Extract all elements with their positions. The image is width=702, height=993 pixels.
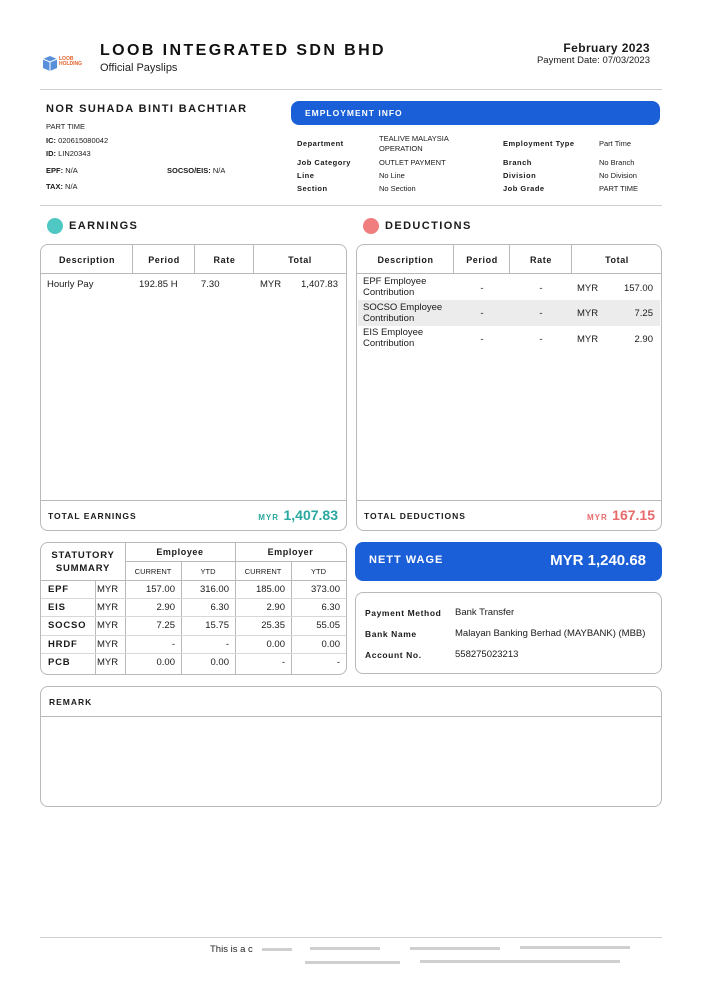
pay-month: February 2023 xyxy=(563,41,650,55)
header-divider xyxy=(40,89,662,90)
bank-name-value: Malayan Banking Berhad (MAYBANK) (MBB) xyxy=(455,628,646,639)
info-value-department: TEALIVE MALAYSIA OPERATION xyxy=(379,134,449,153)
account-number-value: 558275023213 xyxy=(455,649,519,660)
deductions-col-description: Description xyxy=(377,255,434,265)
footer-note: This is a c xyxy=(210,944,253,955)
document-subtitle: Official Payslips xyxy=(100,62,178,74)
statutory-employer-header: Employer xyxy=(267,547,314,557)
statutory-title: STATUTORY xyxy=(51,550,115,561)
statutory-summary-table: STATUTORY SUMMARY Employee Employer CURR… xyxy=(40,542,347,675)
employee-socso: SOCSO/EIS: N/A xyxy=(167,166,226,175)
info-value-division: No Division xyxy=(599,171,637,180)
remark-box: REMARK xyxy=(40,686,662,807)
total-earnings-value: MYR 1,407.83 xyxy=(258,507,338,523)
footer-divider xyxy=(40,937,662,938)
earnings-col-total: Total xyxy=(288,255,312,265)
deductions-title: DEDUCTIONS xyxy=(385,220,472,232)
info-label-employment-type: Employment Type xyxy=(503,139,575,148)
info-label-job-category: Job Category xyxy=(297,158,351,167)
info-divider xyxy=(40,205,662,206)
payment-method-value: Bank Transfer xyxy=(455,607,515,618)
deductions-table: Description Period Rate Total EPF Employ… xyxy=(356,244,662,531)
nett-wage-banner: NETT WAGE MYR 1,240.68 xyxy=(355,542,662,581)
earnings-col-period: Period xyxy=(148,255,180,265)
info-label-section: Section xyxy=(297,184,328,193)
earnings-col-description: Description xyxy=(58,255,116,265)
info-label-branch: Branch xyxy=(503,158,532,167)
info-value-job-grade: PART TIME xyxy=(599,184,639,193)
payment-info-box: Payment Method Bank Transfer Bank Name M… xyxy=(355,592,662,674)
deductions-col-period: Period xyxy=(466,255,498,265)
statutory-employee-header: Employee xyxy=(156,547,204,557)
info-label-division: Division xyxy=(503,171,537,180)
info-value-branch: No Branch xyxy=(599,158,635,167)
employee-id: ID: LIN20343 xyxy=(46,149,91,158)
payment-method-label: Payment Method xyxy=(365,608,442,618)
info-label-job-grade: Job Grade xyxy=(503,184,545,193)
bank-name-label: Bank Name xyxy=(365,629,417,639)
account-number-label: Account No. xyxy=(365,650,422,660)
earnings-dot-icon xyxy=(47,218,63,234)
info-value-section: No Section xyxy=(379,184,416,193)
deductions-dot-icon xyxy=(363,218,379,234)
info-label-department: Department xyxy=(297,139,344,148)
remark-title: REMARK xyxy=(49,697,93,707)
info-value-employment-type: Part Time xyxy=(599,139,632,148)
total-deductions-label: TOTAL DEDUCTIONS xyxy=(364,511,466,521)
nett-wage-value: MYR 1,240.68 xyxy=(550,552,646,569)
deductions-col-total: Total xyxy=(605,255,629,265)
statutory-subtitle: SUMMARY xyxy=(55,563,111,574)
employee-ic: IC: 020615080042 xyxy=(46,136,109,145)
info-label-line: Line xyxy=(297,171,315,180)
employee-tax: TAX: N/A xyxy=(46,182,78,191)
info-value-line: No Line xyxy=(379,171,405,180)
employment-info-header: EMPLOYMENT INFO xyxy=(291,101,660,125)
earnings-table: Description Period Rate Total Hourly Pay… xyxy=(40,244,347,531)
employee-name: NOR SUHADA BINTI BACHTIAR xyxy=(46,103,248,115)
employee-type: PART TIME xyxy=(46,122,86,131)
payment-date: Payment Date: 07/03/2023 xyxy=(536,55,650,66)
earnings-title: EARNINGS xyxy=(69,220,139,232)
company-logo-icon xyxy=(42,56,58,71)
earnings-col-rate: Rate xyxy=(213,255,236,265)
info-value-job-category: OUTLET PAYMENT xyxy=(379,158,446,167)
deductions-col-rate: Rate xyxy=(530,255,552,265)
company-name: LOOB INTEGRATED SDN BHD xyxy=(100,42,387,59)
company-logo-text: LOOB HOLDING xyxy=(59,56,83,67)
nett-wage-label: NETT WAGE xyxy=(369,554,444,566)
employee-epf: EPF: N/A xyxy=(46,166,78,175)
total-deductions-value: MYR 167.15 xyxy=(586,507,655,523)
total-earnings-label: TOTAL EARNINGS xyxy=(48,511,137,521)
